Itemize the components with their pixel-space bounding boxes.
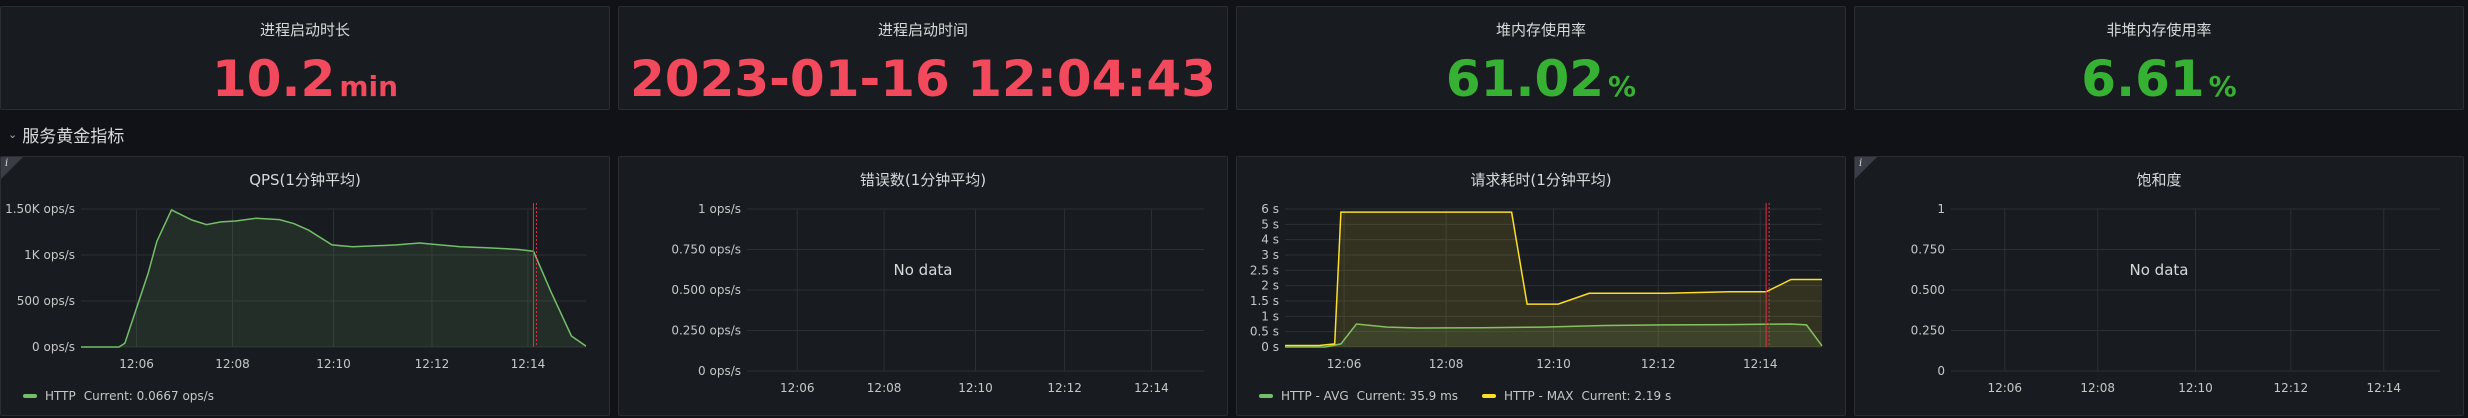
x-tick-label: 12:06	[119, 357, 154, 371]
y-tick-label: 0.250 ops/s	[671, 324, 741, 338]
row-header-golden-metrics[interactable]: ⌄ 服务黄金指标	[8, 122, 124, 147]
stat-value: 10.2 min	[1, 49, 609, 117]
errors-chart[interactable]: 0 ops/s 0.250 ops/s 0.500 ops/s 0.750 ops/s…	[619, 157, 1229, 417]
x-tick-label: 12:06	[780, 381, 815, 395]
stat-number: 61.02	[1445, 50, 1605, 108]
x-tick-label: 12:12	[1047, 381, 1082, 395]
x-tick-label: 12:14	[2366, 381, 2401, 395]
y-tick-label: 2.5 s	[1250, 263, 1279, 277]
legend-swatch	[1259, 394, 1273, 398]
stat-number: 2023-01-16 12:04:43	[630, 50, 1216, 108]
saturation-chart[interactable]: 0 0.250 0.500 0.750 1 12:06 12:08 12:10 12:12 12:…	[1855, 157, 2465, 417]
x-tick-label: 12:08	[1429, 357, 1464, 371]
stat-panel-start-time[interactable]: 进程启动时间 2023-01-16 12:04:43	[618, 6, 1228, 110]
no-data-label: No data	[893, 261, 953, 279]
y-tick-label: 0	[1937, 364, 1945, 378]
y-tick-label: 0.500 ops/s	[671, 283, 741, 297]
no-data-label: No data	[2129, 261, 2189, 279]
legend: HTTP - AVG Current: 35.9 ms HTTP - MAX C…	[1259, 389, 1687, 403]
x-tick-label: 12:14	[1743, 357, 1778, 371]
legend-name: HTTP - MAX	[1504, 389, 1574, 403]
stat-panel-uptime[interactable]: 进程启动时长 10.2 min	[0, 6, 610, 110]
stat-panel-heap-usage[interactable]: 堆内存使用率 61.02%	[1236, 6, 1846, 110]
y-tick-label: 6 s	[1261, 202, 1279, 216]
legend-name: HTTP	[45, 389, 76, 403]
x-tick-label: 12:06	[1327, 357, 1362, 371]
x-tick-label: 12:10	[1536, 357, 1571, 371]
y-tick-label: 1.5 s	[1250, 294, 1279, 308]
row-title: 服务黄金指标	[22, 127, 125, 147]
x-tick-label: 12:08	[215, 357, 250, 371]
x-tick-label: 12:14	[511, 357, 546, 371]
y-tick-label: 0.250	[1911, 324, 1945, 338]
legend-current: Current: 35.9 ms	[1356, 389, 1459, 403]
stat-number: 10.2	[211, 50, 336, 108]
legend-current: Current: 2.19 s	[1581, 389, 1672, 403]
panel-title: 堆内存使用率	[1495, 21, 1586, 39]
x-tick-label: 12:08	[2080, 381, 2115, 395]
legend-item[interactable]: HTTP - AVG Current: 35.9 ms	[1259, 389, 1458, 403]
x-tick-label: 12:06	[1987, 381, 2022, 395]
x-tick-label: 12:12	[2274, 381, 2309, 395]
x-tick-label: 12:10	[316, 357, 351, 371]
legend: HTTP Current: 0.0667 ops/s	[23, 389, 230, 403]
y-tick-label: 0 s	[1261, 340, 1279, 354]
y-tick-label: 1K ops/s	[24, 248, 75, 262]
stat-unit: %	[1608, 70, 1637, 103]
y-tick-label: 2 s	[1261, 279, 1279, 293]
qps-chart[interactable]: 0 ops/s 500 ops/s 1K ops/s 1.50K ops/s 12:06…	[1, 157, 611, 417]
y-tick-label: 0.5 s	[1250, 325, 1279, 339]
x-tick-label: 12:10	[2178, 381, 2213, 395]
stat-value: 2023-01-16 12:04:43	[619, 49, 1227, 109]
legend-item[interactable]: HTTP - MAX Current: 2.19 s	[1482, 389, 1671, 403]
x-tick-label: 12:08	[867, 381, 902, 395]
x-tick-label: 12:12	[415, 357, 450, 371]
x-tick-label: 12:12	[1641, 357, 1676, 371]
stat-number: 6.61	[2081, 50, 2205, 108]
panel-title: 非堆内存使用率	[2106, 21, 2212, 39]
legend-swatch	[23, 394, 37, 398]
stat-value: 61.02%	[1237, 49, 1845, 117]
y-tick-label: 1 s	[1261, 309, 1279, 323]
y-tick-label: 0.750 ops/s	[671, 243, 741, 257]
y-tick-label: 0.750	[1911, 243, 1945, 257]
panel-title: 进程启动时间	[877, 21, 968, 39]
stat-unit: min	[339, 70, 399, 103]
graph-panel-latency[interactable]: 请求耗时(1分钟平均) 0 s 0.5 s1 s 1.5 s2 s 2.5 s3 s4…	[1236, 156, 1846, 416]
y-tick-label: 4 s	[1261, 233, 1279, 247]
y-tick-label: 1 ops/s	[698, 202, 741, 216]
legend-current: Current: 0.0667 ops/s	[83, 389, 214, 403]
y-tick-label: 3 s	[1261, 248, 1279, 262]
legend-item[interactable]: HTTP Current: 0.0667 ops/s	[23, 389, 214, 403]
stat-value: 6.61%	[1855, 49, 2463, 117]
y-tick-label: 0.500	[1911, 283, 1945, 297]
chevron-down-icon[interactable]: ⌄	[8, 128, 17, 141]
panel-title: 进程启动时长	[259, 21, 350, 39]
stat-unit: %	[2208, 70, 2237, 103]
y-tick-label: 1	[1937, 202, 1945, 216]
legend-name: HTTP - AVG	[1281, 389, 1349, 403]
y-tick-label: 5 s	[1261, 217, 1279, 231]
stat-panel-nonheap-usage[interactable]: 非堆内存使用率 6.61%	[1854, 6, 2464, 110]
x-tick-label: 12:10	[958, 381, 993, 395]
y-tick-label: 500 ops/s	[17, 294, 75, 308]
y-tick-label: 0 ops/s	[698, 364, 741, 378]
graph-panel-errors[interactable]: 错误数(1分钟平均) 0 ops/s 0.250 ops/s 0.500 ops/s…	[618, 156, 1228, 416]
legend-swatch	[1482, 394, 1497, 398]
y-tick-label: 0 ops/s	[32, 340, 75, 354]
graph-panel-saturation[interactable]: i 饱和度 0 0.250 0.500 0.750 1 12:06 12:08 12:10 12…	[1854, 156, 2464, 416]
graph-panel-qps[interactable]: i QPS(1分钟平均) 0 ops/s 500 ops/s 1K ops/s 1.5…	[0, 156, 610, 416]
x-tick-label: 12:14	[1134, 381, 1169, 395]
latency-chart[interactable]: 0 s0.5 s 1 s1.5 s2 s 2.5 s3 s4 s 5 s6 s 12:0…	[1237, 157, 1847, 417]
y-tick-label: 1.50K ops/s	[5, 202, 75, 216]
